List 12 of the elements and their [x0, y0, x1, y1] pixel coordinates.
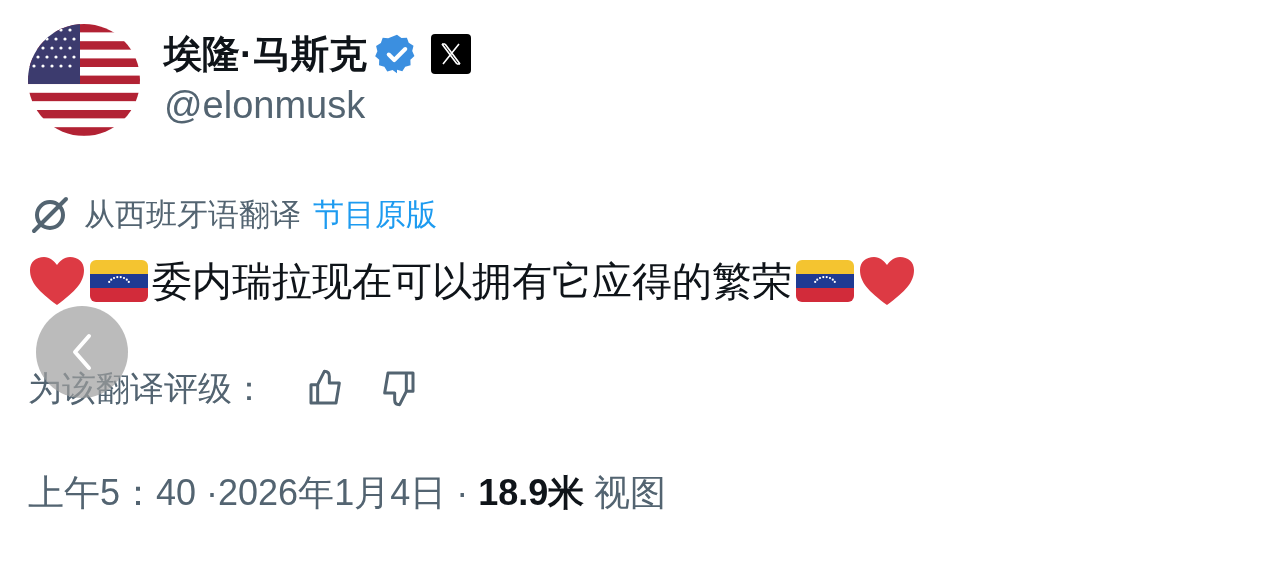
- rating-label: 为该翻译评级：: [28, 367, 266, 409]
- flag-icon: [90, 259, 148, 302]
- heart-icon: [28, 254, 86, 307]
- avatar[interactable]: [28, 24, 140, 136]
- flag-icon: [796, 259, 854, 302]
- x-logo-icon: [430, 34, 471, 75]
- author-handle[interactable]: @elonmusk: [164, 82, 471, 130]
- heart-icon: [858, 254, 916, 307]
- translation-label: 从西班牙语翻译: [84, 196, 301, 234]
- post-text: 委内瑞拉现在可以拥有它应得的繁荣: [152, 260, 792, 301]
- post-timestamp: 上午5：40 ·2026年1月4日 · 18.9米 视图: [28, 470, 668, 515]
- author-name[interactable]: 埃隆·马斯克: [164, 30, 367, 78]
